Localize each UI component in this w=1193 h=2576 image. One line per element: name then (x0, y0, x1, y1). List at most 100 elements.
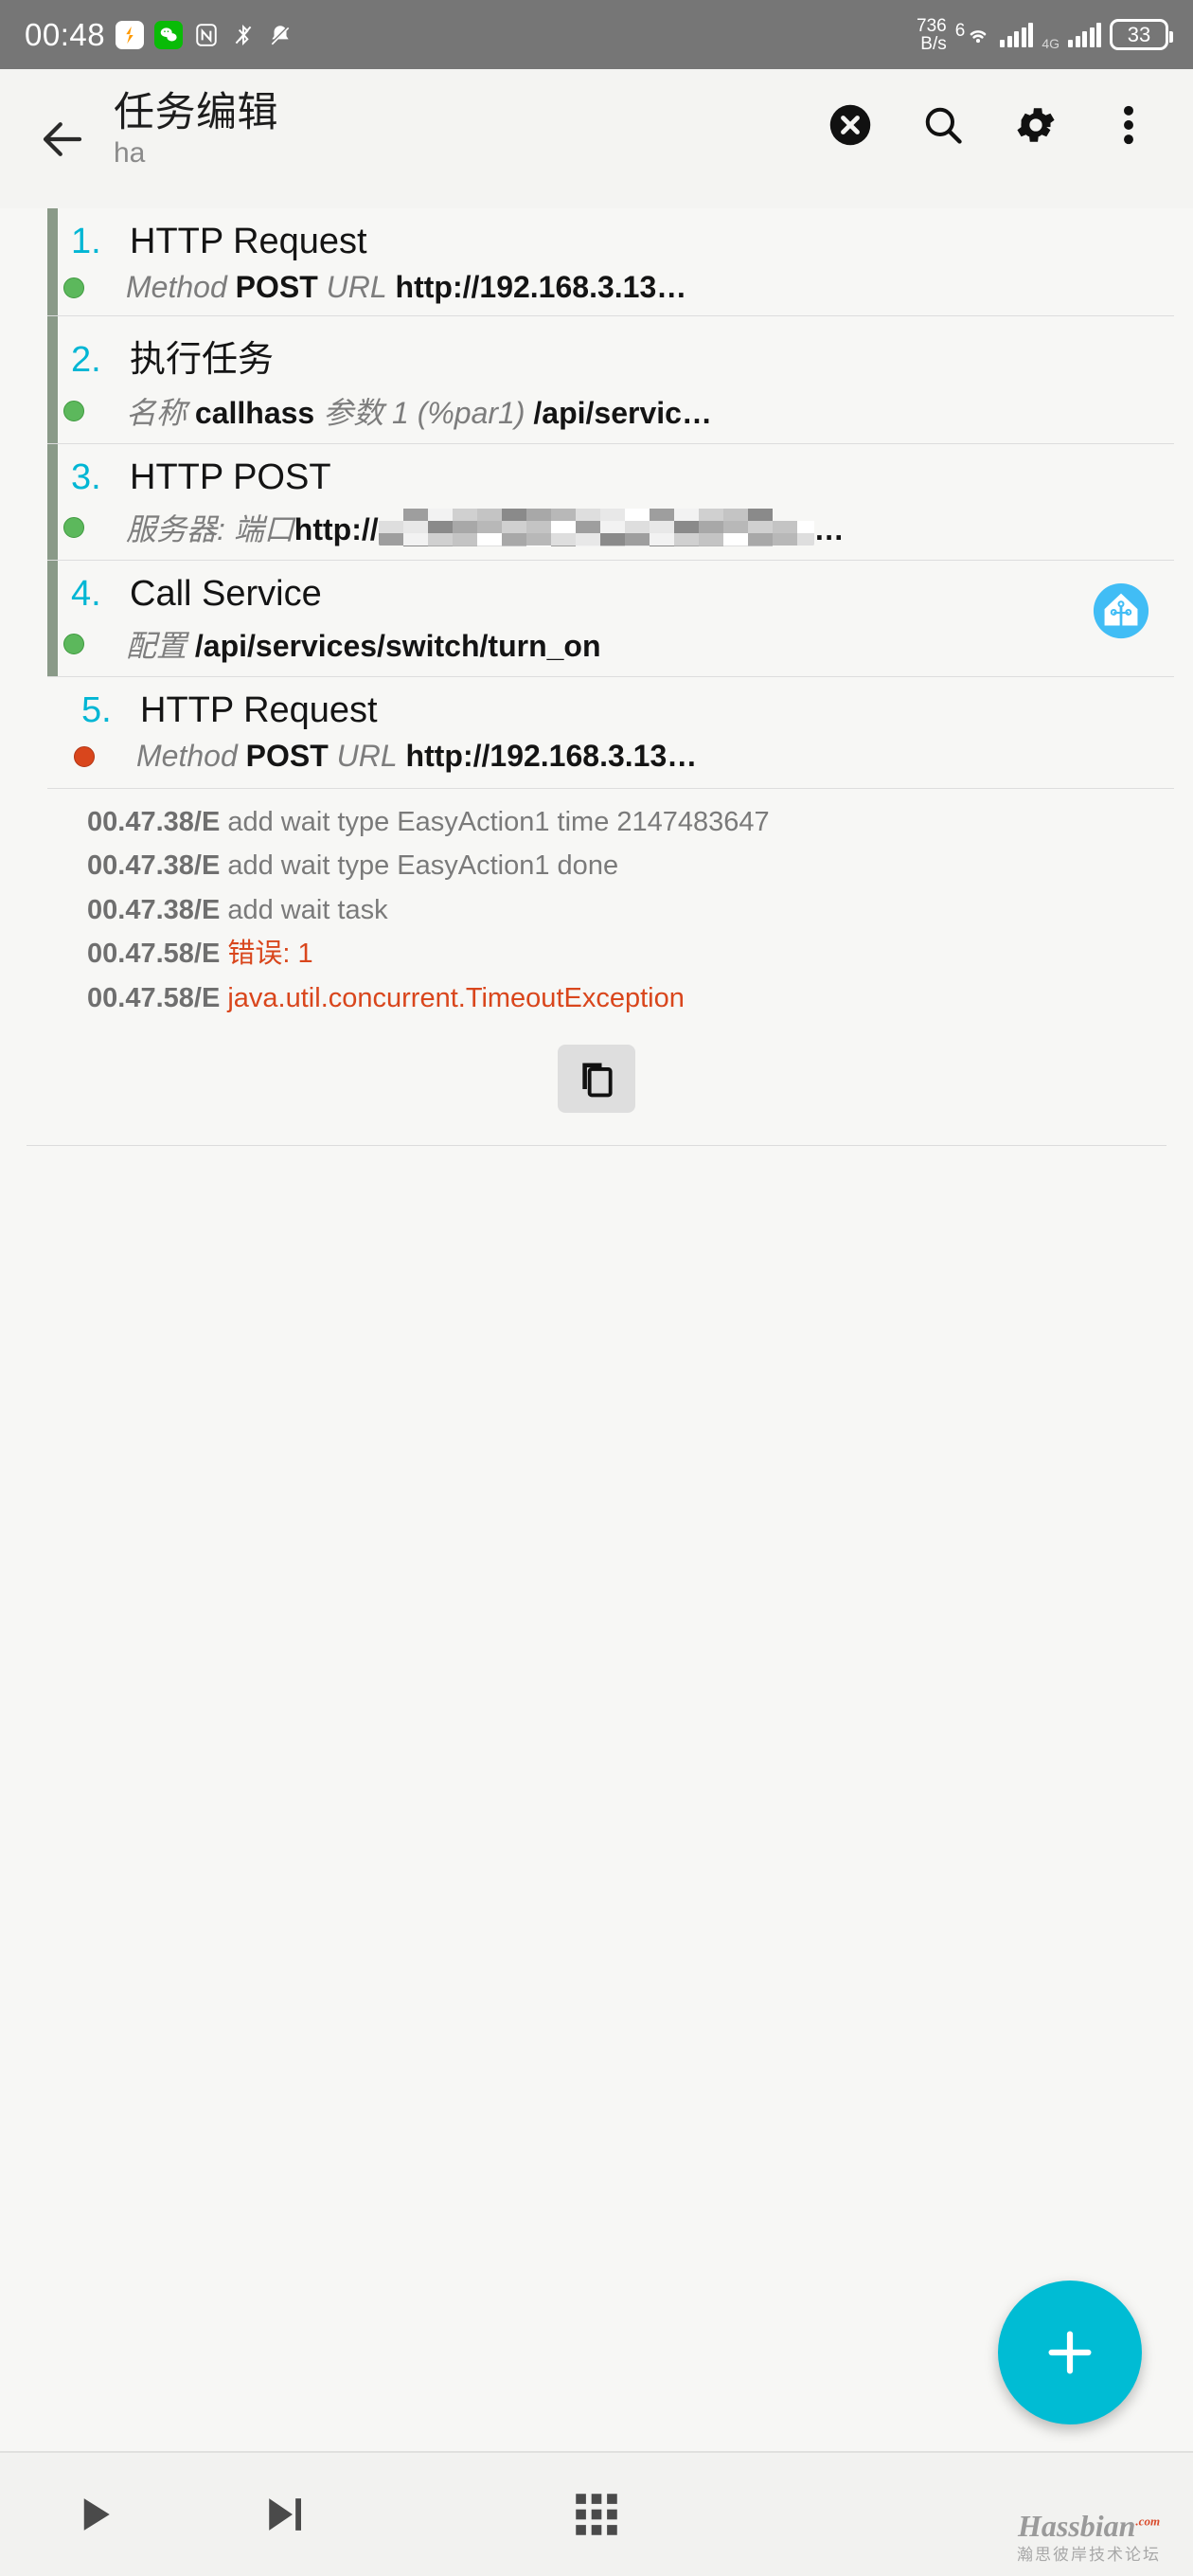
action-number: 3. (71, 457, 101, 497)
step-button[interactable] (189, 2452, 379, 2576)
action-enabled-bar (47, 444, 58, 560)
phone-screen: 00:48 736 B/s 6 4G 33 任务编辑 ha 1. HTTP Re… (0, 0, 1193, 2576)
network-speed: 736 B/s (917, 17, 947, 53)
action-params: 名称 callhass 参数 1 (%par1) /api/servic… (126, 389, 712, 433)
param-value: /api/servic… (533, 396, 712, 430)
action-row[interactable]: 1. HTTP Request Method POST URL http://1… (0, 208, 1193, 316)
status-bar-right: 736 B/s 6 4G 33 (917, 17, 1173, 53)
wifi-generation-label: 6 (954, 20, 966, 41)
action-row[interactable]: 4. Call Service 配置 /api/services/switch/… (0, 561, 1193, 677)
nfc-icon (193, 21, 220, 49)
param-ellipsis: … (813, 512, 845, 546)
param-label: 参数 1 (%par1) (323, 396, 525, 430)
app-bar: 任务编辑 ha (0, 69, 1193, 208)
arrow-back-icon (43, 121, 82, 156)
watermark-tld: .com (1135, 2513, 1161, 2529)
bluetooth-off-icon (230, 21, 257, 49)
grid-button[interactable] (521, 2452, 672, 2576)
log-timestamp: 00.47.58/E (87, 982, 221, 1013)
action-number: 4. (71, 574, 101, 614)
log-timestamp: 00.47.58/E (87, 939, 221, 970)
notifications-muted-icon (267, 21, 294, 49)
search-button[interactable] (903, 85, 983, 165)
battery-indicator: 33 (1110, 19, 1173, 50)
action-title-line: 5. HTTP Request (81, 690, 1193, 731)
action-enabled-bar (47, 316, 58, 443)
action-title-line: 1. HTTP Request (71, 222, 1193, 262)
action-enabled-bar (47, 208, 58, 315)
action-name: HTTP Request (130, 222, 367, 261)
back-button[interactable] (17, 69, 108, 208)
more-vertical-icon (1124, 105, 1133, 145)
action-row[interactable]: 3. HTTP POST 服务器: 端口http://… (0, 444, 1193, 561)
watermark-subtitle: 瀚思彼岸技术论坛 (1017, 2545, 1161, 2564)
close-circle-icon (829, 104, 871, 146)
copy-log-button[interactable] (558, 1044, 635, 1113)
action-name: 执行任务 (130, 340, 275, 380)
gear-icon (1017, 108, 1055, 142)
param-label: 配置 (126, 629, 187, 663)
network-speed-unit: B/s (920, 33, 947, 54)
log-timestamp: 00.47.38/E (87, 850, 221, 882)
param-label: URL (326, 270, 387, 304)
watermark-main-text: Hassbian (1017, 2508, 1136, 2543)
param-value: http://192.168.3.13… (395, 270, 687, 304)
cellular-signal-2 (1068, 22, 1101, 47)
log-line: 00.47.38/E add wait type EasyAction1 don… (87, 844, 1193, 887)
action-status-dot (74, 745, 95, 767)
action-name: HTTP POST (130, 457, 331, 497)
action-name: HTTP Request (140, 690, 378, 730)
app-bar-titles: 任务编辑 ha (114, 69, 278, 168)
param-label: URL (336, 739, 398, 773)
battery-level: 33 (1127, 22, 1151, 46)
action-params: 配置 /api/services/switch/turn_on (126, 622, 601, 666)
settings-button[interactable] (996, 85, 1076, 165)
log-line: 00.47.58/E 错误: 1 (87, 932, 1193, 975)
action-params: Method POST URL http://192.168.3.13… (136, 739, 697, 774)
param-value: http://192.168.3.13… (405, 739, 698, 773)
log-timestamp: 00.47.38/E (87, 894, 221, 925)
action-content: 3. HTTP POST 服务器: 端口http://… (63, 444, 1193, 561)
log-line: 00.47.38/E add wait task (87, 888, 1193, 932)
action-row[interactable]: 2. 执行任务 名称 callhass 参数 1 (%par1) /api/se… (0, 316, 1193, 444)
log-message: java.util.concurrent.TimeoutException (227, 982, 685, 1013)
action-content: 4. Call Service 配置 /api/services/switch/… (63, 561, 1193, 677)
action-title-line: 3. HTTP POST (71, 457, 1193, 498)
page-subtitle: ha (114, 137, 146, 170)
add-action-button[interactable] (998, 2281, 1142, 2424)
param-value: http:// (294, 512, 379, 546)
step-forward-icon (269, 2498, 301, 2531)
action-content: 5. HTTP Request Method POST URL http://1… (74, 677, 1193, 789)
overflow-button[interactable] (1089, 85, 1168, 165)
action-subtitle-line: Method POST URL http://192.168.3.13… (74, 739, 1193, 774)
status-clock: 00:48 (25, 16, 106, 52)
play-icon (83, 2498, 110, 2531)
wifi-group: 6 (953, 21, 992, 49)
copy-log-wrap (0, 1044, 1193, 1113)
cellular-network-label: 4G (1042, 35, 1059, 51)
action-row[interactable]: 5. HTTP Request Method POST URL http://1… (0, 677, 1193, 789)
app-bar-actions (810, 69, 1176, 181)
wechat-icon (154, 20, 184, 49)
action-title-line: 4. Call Service (71, 574, 1193, 615)
stop-button[interactable] (810, 85, 890, 165)
action-status-dot (63, 634, 84, 654)
action-subtitle-line: 名称 callhass 参数 1 (%par1) /api/servic… (63, 389, 1193, 433)
action-params: Method POST URL http://192.168.3.13… (126, 270, 686, 305)
cellular-signal-1 (1000, 22, 1034, 47)
status-bar-left: 00:48 (25, 17, 294, 53)
action-list: 1. HTTP Request Method POST URL http://1… (0, 208, 1193, 789)
log-message: add wait task (227, 894, 388, 925)
search-icon (925, 107, 962, 144)
log-message: add wait type EasyAction1 time 214748364… (227, 807, 770, 837)
run-button[interactable] (0, 2452, 189, 2576)
bottom-bar (0, 2451, 1193, 2576)
param-value: POST (235, 270, 318, 304)
action-subtitle-line: Method POST URL http://192.168.3.13… (63, 270, 1193, 305)
wifi-icon (965, 21, 991, 49)
watermark-title: Hassbian.com (1017, 2507, 1161, 2545)
watermark: Hassbian.com 瀚思彼岸技术论坛 (1017, 2507, 1161, 2565)
action-title-line: 2. 执行任务 (71, 330, 1193, 382)
redacted-server-address (378, 509, 814, 546)
param-label: 名称 (126, 396, 187, 430)
